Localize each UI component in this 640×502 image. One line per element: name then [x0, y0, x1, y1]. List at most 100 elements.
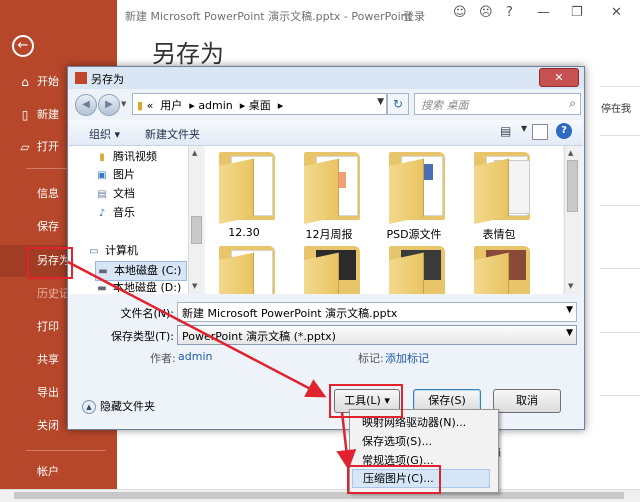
author-value[interactable]: admin	[178, 350, 212, 363]
nav-item-drive-d[interactable]: ▬ 本地磁盘 (D:)	[95, 279, 181, 293]
computer-icon: ▭	[89, 246, 99, 257]
powerpoint-logo-icon	[75, 72, 87, 84]
filename-field[interactable]: 新建 Microsoft PowerPoint 演示文稿.pptx ▼	[177, 302, 577, 322]
tags-value[interactable]: 添加标记	[385, 350, 429, 366]
folder-icon: ▮	[99, 152, 105, 163]
folder-item[interactable]	[375, 240, 453, 294]
music-icon: ♪	[98, 208, 106, 219]
search-icon: ⌕	[569, 96, 576, 110]
folder-item[interactable]	[290, 240, 368, 294]
recent-locations-icon[interactable]: ▼	[121, 100, 126, 108]
nav-item-documents[interactable]: ▤ 文档	[95, 185, 135, 203]
new-document-icon: ▯	[21, 108, 29, 122]
open-folder-icon: ▱	[20, 140, 30, 154]
folder-item[interactable]	[460, 240, 538, 294]
folder-icon	[219, 246, 275, 294]
preview-pane-icon[interactable]	[532, 124, 548, 140]
organize-button[interactable]: 组织 ▾	[89, 126, 120, 142]
drive-icon: ▬	[97, 283, 107, 293]
filetype-value: PowerPoint 演示文稿 (*.pptx)	[182, 330, 336, 343]
annotation-box	[329, 384, 403, 418]
author-label: 作者:	[150, 352, 176, 365]
dialog-title: 另存为	[91, 73, 124, 86]
home-icon: ⌂	[21, 75, 29, 89]
chevron-down-icon[interactable]: ▼	[566, 328, 573, 338]
hide-folders-toggle[interactable]: ▲ 隐藏文件夹	[82, 398, 155, 414]
folder-icon	[474, 152, 530, 224]
breadcrumb-overflow[interactable]: «	[147, 99, 154, 112]
breadcrumb: ▮ « 用户 ▸ admin ▸ 桌面 ▸	[137, 99, 284, 112]
nav-item-pictures[interactable]: ▣ 图片	[95, 166, 135, 184]
sidebar-item-label: 历史记	[37, 287, 70, 300]
nav-item-music[interactable]: ♪ 音乐	[95, 204, 135, 222]
new-folder-button[interactable]: 新建文件夹	[145, 126, 200, 142]
search-placeholder: 搜索 桌面	[421, 99, 469, 112]
chevron-down-icon[interactable]: ▼	[566, 305, 573, 315]
sidebar-item-label: 共享	[37, 353, 59, 366]
breadcrumb-item[interactable]: 桌面	[249, 99, 271, 112]
pictures-icon: ▣	[97, 170, 107, 181]
window-titlebar: 新建 Microsoft PowerPoint 演示文稿.pptx - Powe…	[117, 0, 640, 28]
login-link[interactable]: 登录	[403, 8, 425, 24]
filename-value: 新建 Microsoft PowerPoint 演示文稿.pptx	[182, 307, 398, 320]
horizontal-scrollbar[interactable]	[0, 489, 640, 502]
breadcrumb-item[interactable]: admin	[198, 99, 232, 112]
nav-pane-scrollbar[interactable]: ▲ ▼	[188, 146, 203, 294]
sidebar-item-label: 信息	[37, 187, 59, 200]
close-window-icon[interactable]: ✕	[611, 5, 622, 20]
tags-label: 标记:	[358, 352, 384, 365]
back-nav-icon[interactable]: ◀	[75, 94, 97, 116]
sidebar-divider	[26, 450, 106, 451]
sidebar-item-label: 开始	[37, 75, 59, 88]
nav-item-drive-c[interactable]: ▬ 本地磁盘 (C:)	[95, 261, 187, 281]
refresh-icon[interactable]: ↻	[387, 93, 409, 115]
chevron-down-icon[interactable]: ▼	[521, 124, 527, 133]
nav-item-tencent-video[interactable]: ▮ 腾讯视频	[95, 148, 157, 166]
save-as-dialog: 另存为 ✕ ◀ ▶ ▼ ▮ « 用户 ▸ admin ▸ 桌面 ▸ ▼ ↻ 搜索…	[67, 66, 585, 430]
menu-item-save-options[interactable]: 保存选项(S)...	[362, 433, 432, 449]
back-arrow-icon[interactable]: ←	[12, 35, 34, 57]
sidebar-item-account[interactable]: 帐户	[0, 456, 117, 488]
file-list-scrollbar[interactable]: ▲ ▼	[564, 146, 579, 294]
feedback-frown-icon[interactable]: ☹	[479, 5, 493, 20]
dialog-toolbar: 组织 ▾ 新建文件夹 ▤ ▼ ?	[69, 120, 583, 146]
sidebar-item-label: 打开	[37, 140, 59, 153]
annotation-box	[27, 247, 73, 279]
file-list: 12.30 12月周报 PSD源文件 表情包	[205, 146, 563, 294]
page-title: 另存为	[152, 40, 224, 68]
folder-icon	[304, 152, 360, 224]
documents-icon: ▤	[97, 189, 107, 200]
sidebar-item-label: 关闭	[37, 419, 59, 432]
filetype-label: 保存类型(T):	[110, 330, 174, 343]
folder-icon	[389, 152, 445, 224]
annotation-box	[347, 465, 441, 494]
sidebar-item-label: 导出	[37, 386, 59, 399]
chevron-up-icon: ▲	[82, 400, 96, 414]
filetype-select[interactable]: PowerPoint 演示文稿 (*.pptx) ▼	[177, 325, 577, 345]
folder-icon	[389, 246, 445, 294]
sidebar-item-label: 打印	[37, 320, 59, 333]
sidebar-item-label: 新建	[37, 108, 59, 121]
forward-nav-icon[interactable]: ▶	[98, 94, 120, 116]
filename-label: 文件名(N):	[120, 307, 174, 320]
window-title: 新建 Microsoft PowerPoint 演示文稿.pptx - Powe…	[125, 10, 412, 23]
folder-icon: ▮	[137, 99, 144, 112]
breadcrumb-item[interactable]: 用户	[160, 99, 182, 112]
minimize-icon[interactable]: —	[537, 5, 550, 20]
feedback-smiley-icon[interactable]: ☺	[453, 5, 467, 20]
background-text: 停在我	[601, 104, 631, 115]
nav-item-computer[interactable]: ▭ 计算机	[87, 242, 138, 260]
sidebar-item-label: 保存	[37, 220, 59, 233]
cancel-button[interactable]: 取消	[493, 389, 561, 413]
address-bar[interactable]: ▮ « 用户 ▸ admin ▸ 桌面 ▸ ▼	[132, 93, 387, 115]
help-icon[interactable]: ?	[506, 5, 513, 20]
view-options-icon[interactable]: ▤	[500, 124, 516, 138]
restore-icon[interactable]: ❐	[571, 5, 583, 20]
folder-icon	[474, 246, 530, 294]
folder-item[interactable]	[205, 240, 283, 294]
help-icon[interactable]: ?	[556, 123, 572, 139]
search-input[interactable]: 搜索 桌面 ⌕	[414, 93, 581, 115]
dialog-close-button[interactable]: ✕	[539, 68, 579, 87]
dialog-titlebar: 另存为 ✕	[68, 67, 584, 89]
chevron-down-icon[interactable]: ▼	[377, 97, 384, 107]
